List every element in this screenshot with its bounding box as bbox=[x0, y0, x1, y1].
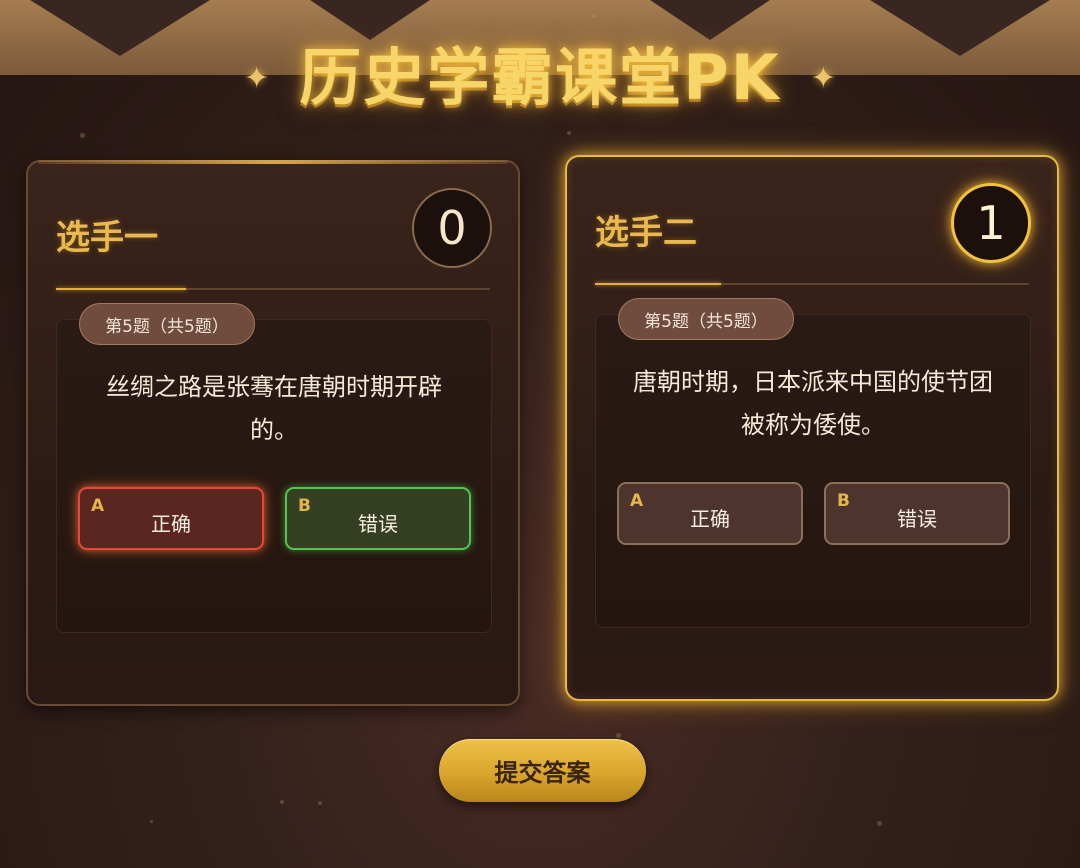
question-panel: 第5题（共5题） 唐朝时期，日本派来中国的使节团被称为倭使。 A 正确 B 错误 bbox=[595, 298, 1031, 628]
player-name: 选手二 bbox=[595, 213, 697, 253]
question-counter: 第5题（共5题） bbox=[79, 303, 255, 345]
option-label: 错误 bbox=[358, 512, 398, 536]
dust-particle bbox=[567, 131, 571, 135]
score-badge: 1 bbox=[951, 183, 1031, 263]
player-name: 选手一 bbox=[56, 218, 158, 258]
score-badge: 0 bbox=[412, 188, 492, 268]
option-a-button[interactable]: A 正确 bbox=[617, 482, 803, 545]
dust-particle bbox=[616, 733, 621, 738]
question-panel: 第5题（共5题） 丝绸之路是张骞在唐朝时期开辟的。 A 正确 B 错误 bbox=[56, 303, 492, 633]
player-card-1: 选手一 0 第5题（共5题） 丝绸之路是张骞在唐朝时期开辟的。 A 正确 B 错… bbox=[26, 160, 520, 706]
option-a-button[interactable]: A 正确 bbox=[78, 487, 264, 550]
player-card-2: 选手二 1 第5题（共5题） 唐朝时期，日本派来中国的使节团被称为倭使。 A 正… bbox=[565, 155, 1059, 701]
question-counter: 第5题（共5题） bbox=[618, 298, 794, 340]
sparkle-icon: ✦ bbox=[810, 60, 836, 96]
title-row: ✦ 历史学霸课堂PK ✦ bbox=[0, 38, 1080, 118]
progress-bar bbox=[595, 283, 721, 285]
dust-particle bbox=[150, 820, 153, 823]
dust-particle bbox=[318, 801, 322, 805]
dust-particle bbox=[877, 821, 882, 826]
option-b-button[interactable]: B 错误 bbox=[285, 487, 471, 550]
question-text: 丝绸之路是张骞在唐朝时期开辟的。 bbox=[106, 373, 442, 444]
dust-particle bbox=[80, 133, 85, 138]
progress-track bbox=[595, 283, 1029, 285]
progress-bar bbox=[56, 288, 187, 290]
option-label: 正确 bbox=[151, 512, 191, 536]
game-title: 历史学霸课堂PK bbox=[299, 41, 781, 114]
dust-particle bbox=[280, 800, 284, 804]
dust-particle bbox=[592, 14, 596, 18]
submit-answer-button[interactable]: 提交答案 bbox=[439, 739, 646, 802]
option-label: 正确 bbox=[690, 507, 730, 531]
progress-track bbox=[56, 288, 490, 290]
option-b-button[interactable]: B 错误 bbox=[824, 482, 1010, 545]
question-text: 唐朝时期，日本派来中国的使节团被称为倭使。 bbox=[633, 368, 993, 439]
sparkle-icon: ✦ bbox=[244, 60, 270, 96]
option-label: 错误 bbox=[897, 507, 937, 531]
